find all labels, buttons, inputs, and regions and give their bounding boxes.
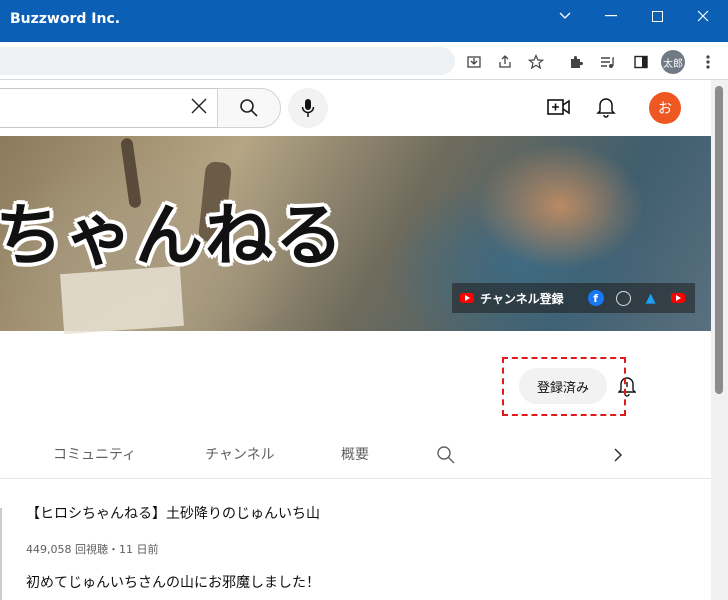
user-avatar[interactable]: お [649, 92, 681, 124]
tab-channels[interactable]: チャンネル [205, 444, 275, 464]
channel-logo-text: ちゃんねる [0, 197, 346, 276]
video-title[interactable]: 【ヒロシちゃんねる】土砂降りのじゅんいち山 [26, 503, 320, 523]
install-icon[interactable] [461, 49, 487, 75]
globe-icon[interactable] [615, 290, 631, 306]
scrollbar-thumb[interactable] [715, 86, 723, 394]
banner-links: チャンネル登録 f ▲ [452, 283, 695, 313]
video-description: 初めてじゅんいちさんの山にお邪魔しました！ [26, 575, 320, 591]
youtube-icon [460, 293, 474, 303]
mic-icon [301, 99, 315, 117]
create-video-icon[interactable] [547, 97, 571, 121]
menu-icon[interactable] [695, 49, 721, 75]
tab-about[interactable]: 概要 [341, 444, 369, 464]
media-icon[interactable] [594, 49, 620, 75]
clear-search-icon[interactable] [190, 97, 208, 119]
address-bar[interactable] [0, 47, 455, 75]
chevron-down-icon[interactable] [542, 0, 588, 32]
tabs-divider [0, 478, 711, 479]
close-button[interactable] [680, 0, 726, 32]
search-icon [240, 99, 258, 117]
toolbar-divider [0, 79, 728, 80]
youtube-icon[interactable] [670, 293, 685, 303]
side-panel-icon[interactable] [628, 49, 654, 75]
search-button[interactable] [217, 88, 281, 128]
minimize-button[interactable] [588, 0, 634, 32]
notifications-bell-icon[interactable] [596, 96, 616, 122]
voice-search-button[interactable] [288, 88, 328, 128]
banner-subscribe-link[interactable]: チャンネル登録 [480, 290, 564, 307]
notification-bell-icon[interactable] [616, 374, 638, 398]
window-title: Buzzword Inc. [10, 11, 121, 27]
chevron-right-icon[interactable] [613, 447, 623, 467]
search-input[interactable] [0, 88, 218, 128]
twitter-icon[interactable]: ▲ [643, 290, 659, 306]
facebook-icon[interactable]: f [587, 290, 604, 306]
thumbnail-edge [0, 508, 2, 600]
share-icon[interactable] [492, 49, 518, 75]
maximize-button[interactable] [634, 0, 680, 32]
subscribed-button[interactable]: 登録済み [519, 368, 607, 404]
profile-avatar[interactable]: 太郎 [661, 50, 685, 74]
extensions-icon[interactable] [563, 49, 589, 75]
video-meta: 449,058 回視聴・11 日前 [26, 543, 159, 556]
tab-community[interactable]: コミュニティ [53, 444, 136, 464]
search-icon[interactable] [436, 445, 455, 468]
star-icon[interactable] [523, 49, 549, 75]
